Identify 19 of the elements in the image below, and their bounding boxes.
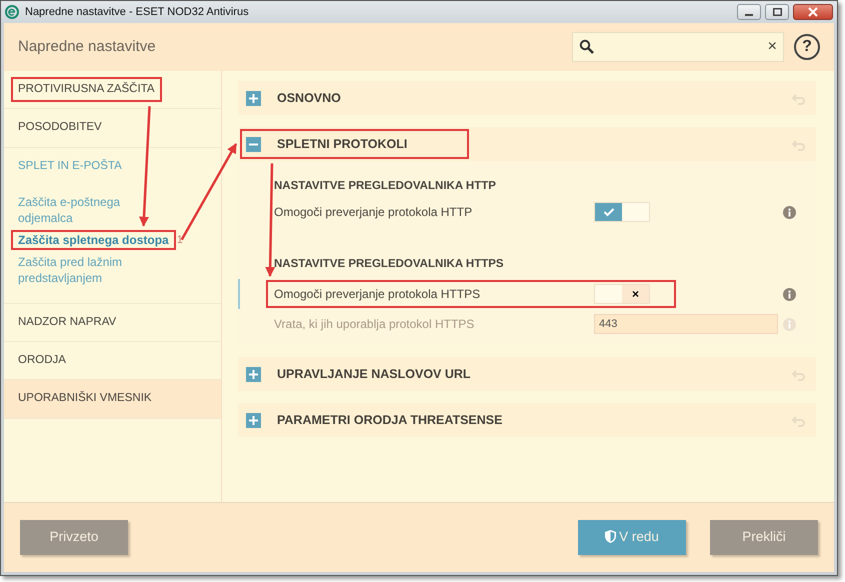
toggle-switch[interactable]: × bbox=[594, 284, 650, 304]
sidebar-item[interactable]: POSODOBITEV bbox=[11, 115, 109, 140]
sidebar-subitem[interactable]: Zaščita spletnega dostopa bbox=[11, 230, 176, 250]
count-label: 1 bbox=[176, 232, 183, 248]
sidebar-item[interactable]: ORODJA bbox=[11, 348, 73, 374]
help-button[interactable]: ? bbox=[794, 34, 820, 60]
setting-label: Omogoči preverjanje protokola HTTP bbox=[274, 204, 474, 221]
sidebar-item[interactable]: UPORABNIŠKI VMESNIK bbox=[11, 386, 159, 412]
window-title: Napredne nastavitve - ESET NOD32 Antivirus bbox=[25, 4, 249, 20]
subsection-heading: NASTAVITVE PREGLEDOVALNIKA HTTPS bbox=[274, 257, 504, 272]
setting-label: Vrata, ki jih uporablja protokol HTTPS bbox=[274, 316, 476, 333]
subsection-heading: NASTAVITVE PREGLEDOVALNIKA HTTP bbox=[274, 179, 496, 194]
sidebar-item[interactable]: NADZOR NAPRAV bbox=[11, 310, 124, 335]
search-field[interactable]: × bbox=[572, 32, 784, 62]
page-title: Napredne nastavitve bbox=[18, 36, 156, 57]
section-header[interactable]: SPLETNI PROTOKOLI bbox=[240, 128, 470, 160]
sidebar-item[interactable]: PROTIVIRUSNA ZAŠČITA bbox=[11, 77, 162, 102]
setting-label: Omogoči preverjanje protokola HTTPS bbox=[274, 286, 482, 303]
clear-search-button[interactable]: × bbox=[768, 35, 777, 59]
